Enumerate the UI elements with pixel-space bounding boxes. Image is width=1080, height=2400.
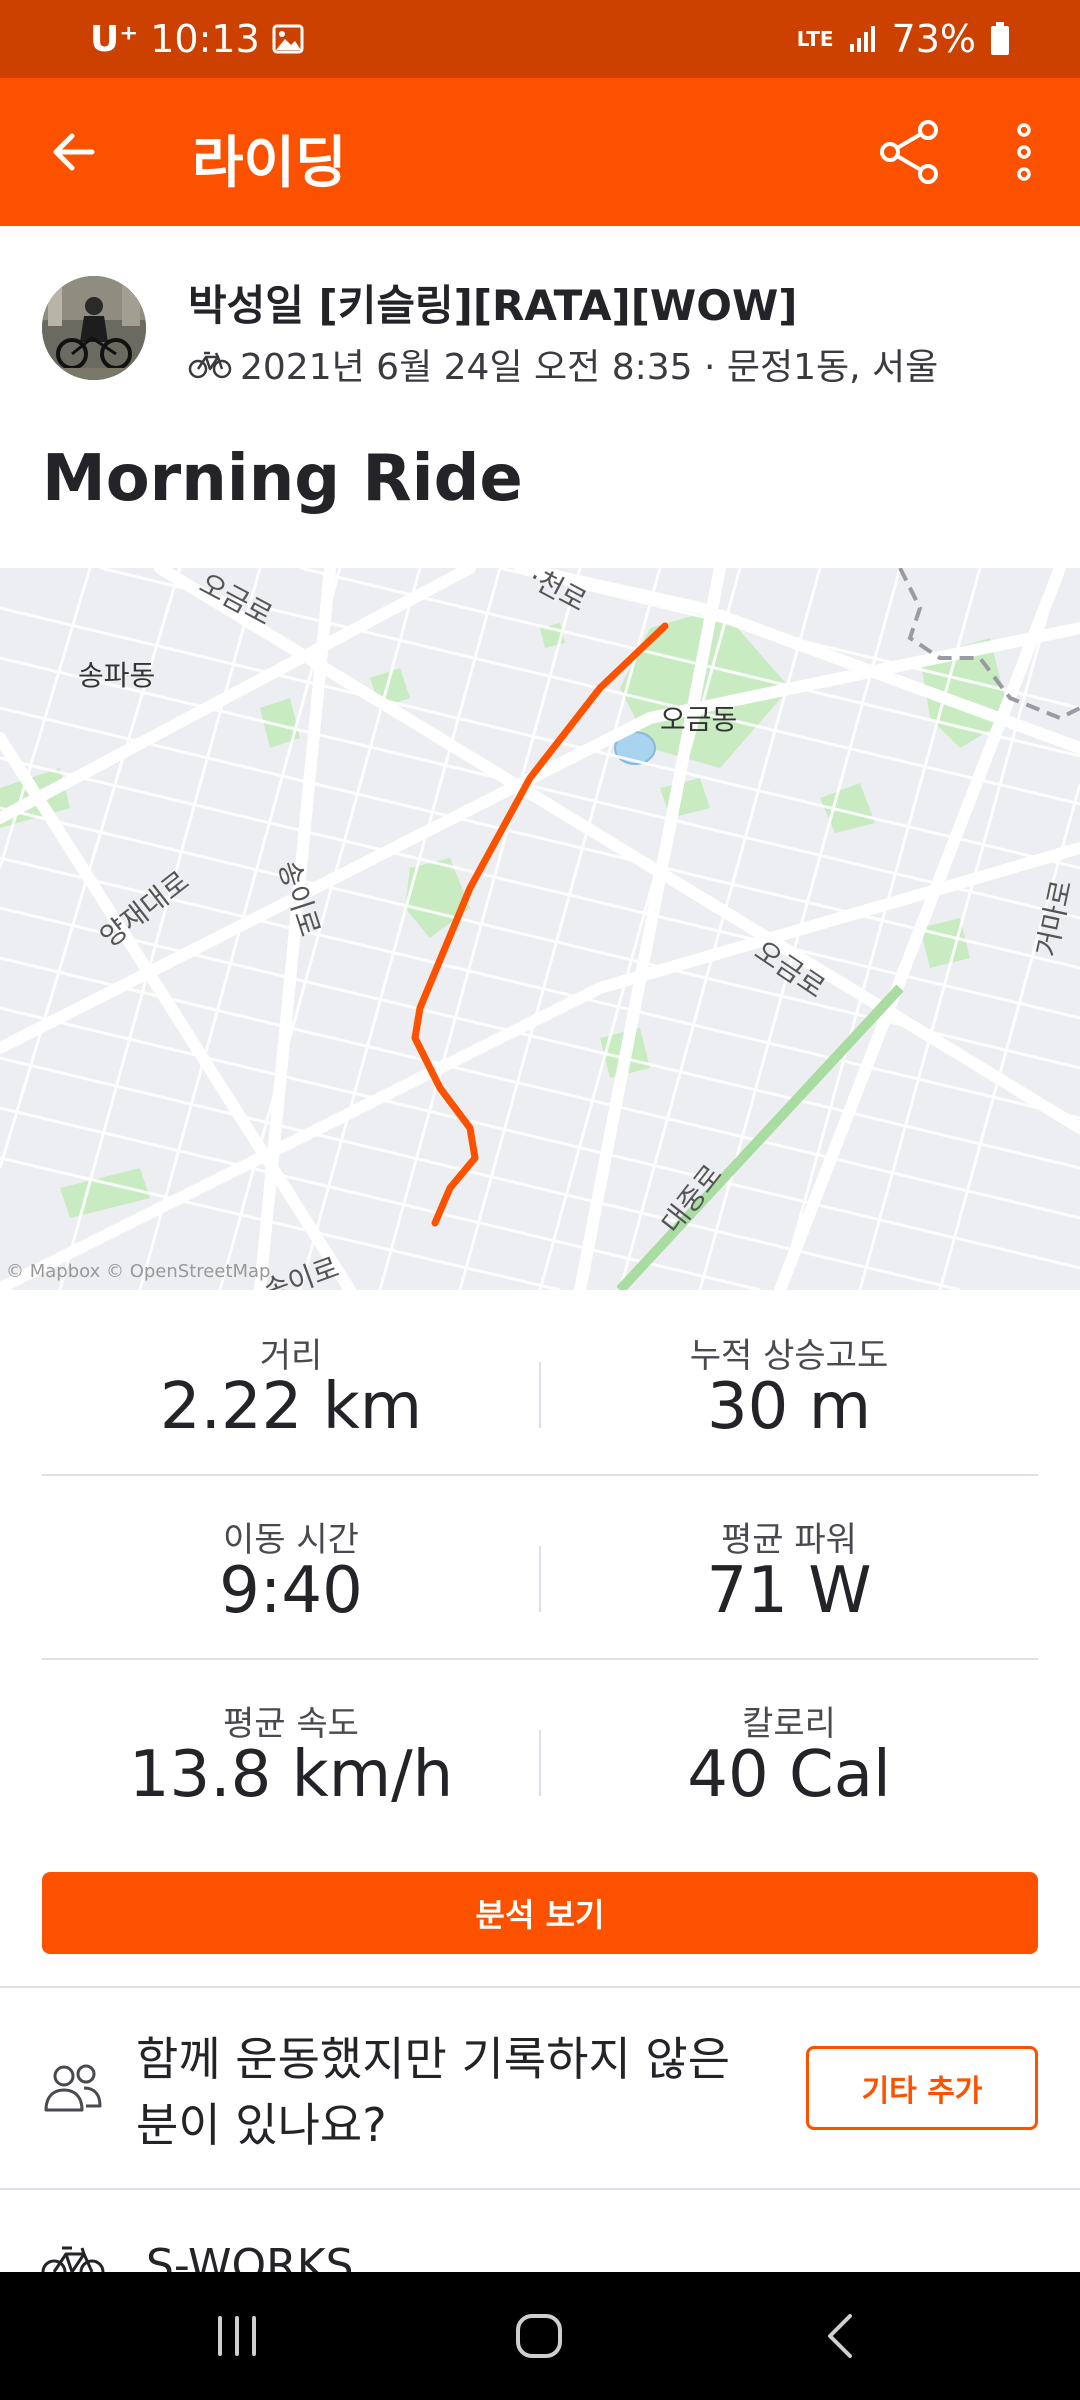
- map-area-label: 오금동: [660, 703, 738, 736]
- network-type: LTE: [796, 27, 834, 51]
- add-others-question: 함께 운동했지만 기록하지 않은 분이 있나요?: [136, 2032, 731, 2152]
- bike-icon: [188, 351, 232, 379]
- activity-detail-screen: U⁺ 10:13 LTE 73% 라이딩 박성일 [키슬링][RATA][WOW…: [0, 0, 1080, 2400]
- stat-row: 평균 속도 13.8 km/h 칼로리 40 Cal: [42, 1660, 1038, 1844]
- view-analysis-button[interactable]: 분석 보기: [42, 1872, 1038, 1954]
- stat-value: 71 W: [706, 1554, 872, 1628]
- add-others-button[interactable]: 기타 추가: [806, 2046, 1038, 2130]
- route-map[interactable]: 오금로 송파동 ·천로 오금동 양재대로 송이로 오금로 거마로 대중로 송이로…: [0, 568, 1080, 1290]
- battery-icon: [991, 22, 1009, 55]
- stat-value: 30 m: [706, 1370, 872, 1444]
- status-bar: U⁺ 10:13 LTE 73%: [0, 0, 1080, 78]
- add-others-section: 함께 운동했지만 기록하지 않은 분이 있나요? 기타 추가: [0, 1990, 1080, 2190]
- avatar[interactable]: [42, 276, 146, 380]
- people-icon: [44, 2064, 102, 2112]
- recent-apps-icon[interactable]: [214, 2312, 260, 2360]
- clock: 10:13: [150, 17, 260, 61]
- map-canvas: [0, 568, 1080, 1290]
- gear-row[interactable]: S-WORKS: [0, 2192, 1080, 2291]
- arrow-left-icon[interactable]: [44, 122, 104, 182]
- share-icon[interactable]: [876, 118, 944, 186]
- stat-distance: 거리 2.22 km: [42, 1292, 540, 1476]
- stat-value: 13.8 km/h: [128, 1738, 454, 1812]
- athlete-name[interactable]: 박성일 [키슬링][RATA][WOW]: [188, 272, 797, 333]
- stat-calories: 칼로리 40 Cal: [540, 1660, 1038, 1844]
- activity-title: Morning Ride: [42, 442, 523, 516]
- map-attribution[interactable]: © Mapbox © OpenStreetMap: [6, 1261, 270, 1282]
- home-icon[interactable]: [514, 2312, 564, 2360]
- section-divider: [0, 1986, 1080, 1988]
- stat-average-power: 평균 파워 71 W: [540, 1476, 1038, 1660]
- section-divider: [0, 2188, 1080, 2190]
- stat-value: 9:40: [219, 1554, 363, 1628]
- app-bar: 라이딩: [0, 78, 1080, 226]
- carrier-label: U⁺: [90, 18, 139, 60]
- activity-header: 박성일 [키슬링][RATA][WOW] 2021년 6월 24일 오전 8:3…: [0, 226, 1080, 566]
- stat-value: 2.22 km: [159, 1370, 423, 1444]
- stat-row: 이동 시간 9:40 평균 파워 71 W: [42, 1476, 1038, 1660]
- map-area-label: 송파동: [78, 659, 156, 692]
- stat-moving-time: 이동 시간 9:40: [42, 1476, 540, 1660]
- system-navigation-bar: [0, 2272, 1080, 2400]
- more-vertical-icon[interactable]: [1004, 118, 1044, 186]
- stat-value: 40 Cal: [687, 1738, 891, 1812]
- stat-row: 거리 2.22 km 누적 상승고도 30 m: [42, 1292, 1038, 1476]
- signal-icon: [849, 26, 875, 52]
- activity-date-location: 2021년 6월 24일 오전 8:35 · 문정1동, 서울: [240, 347, 939, 388]
- gallery-notification-icon: [272, 24, 304, 54]
- back-nav-icon[interactable]: [822, 2312, 858, 2360]
- stat-elevation-gain: 누적 상승고도 30 m: [540, 1292, 1038, 1476]
- screen-title: 라이딩: [192, 131, 347, 196]
- stats-grid: 거리 2.22 km 누적 상승고도 30 m 이동 시간 9:40 평균 파워…: [42, 1292, 1038, 1844]
- stat-average-speed: 평균 속도 13.8 km/h: [42, 1660, 540, 1844]
- battery-percent: 73%: [891, 17, 976, 61]
- activity-meta: 2021년 6월 24일 오전 8:35 · 문정1동, 서울: [188, 338, 938, 390]
